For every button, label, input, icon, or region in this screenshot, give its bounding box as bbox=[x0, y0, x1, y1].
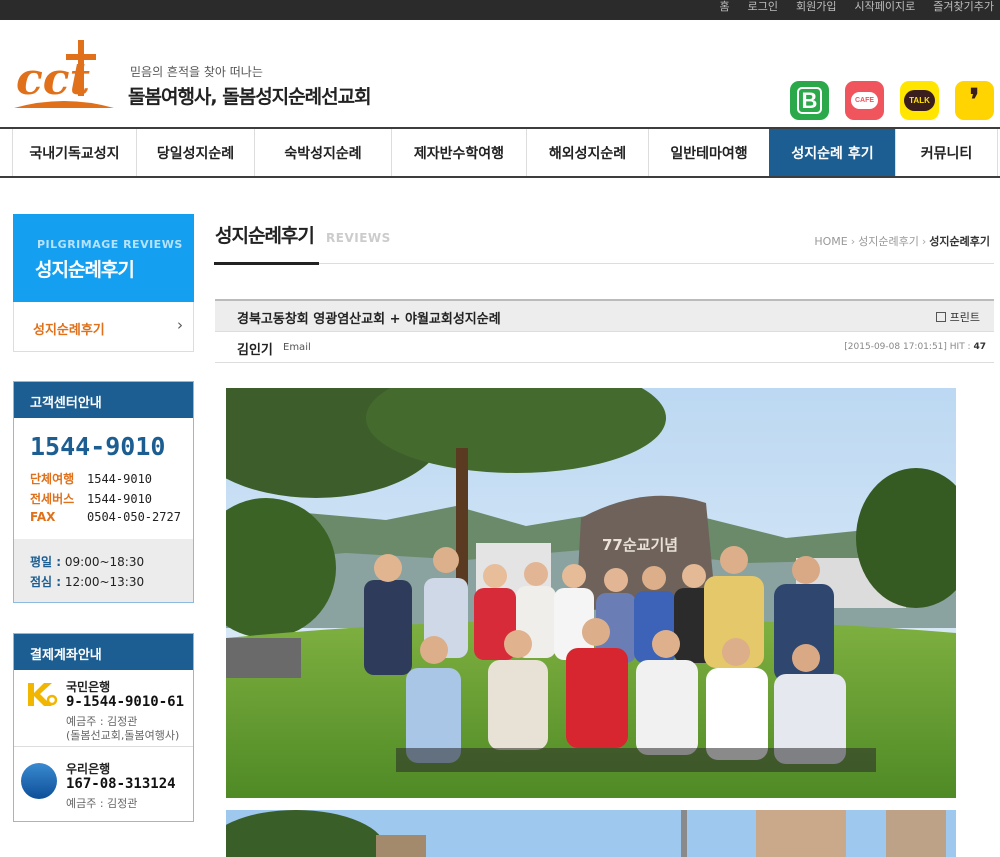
customer-center-title: 고객센터안내 bbox=[14, 382, 193, 418]
account-number: 9-1544-9010-61 bbox=[66, 694, 185, 710]
account-owner: 예금주 : 김정관 bbox=[66, 797, 138, 810]
sidebar-header: PILGRIMAGE REVIEWS 성지순례후기 bbox=[13, 214, 194, 302]
post-header: 경북고동창회 영광염산교회 + 야월교회성지순례 프린트 bbox=[215, 299, 994, 332]
breadcrumb-home[interactable]: HOME bbox=[814, 235, 847, 248]
post-photo-group: 77순교기념 bbox=[226, 388, 956, 798]
kakaostory-icon[interactable]: ❜ bbox=[955, 81, 994, 120]
title-divider bbox=[215, 263, 994, 264]
hours-label: 평일 : bbox=[30, 555, 62, 569]
gnb-item-theme[interactable]: 일반테마여행 bbox=[648, 129, 769, 176]
hit-count: 47 bbox=[973, 342, 986, 352]
cafe-icon-label: CAFE bbox=[850, 92, 879, 109]
gnb-item-domestic[interactable]: 국내기독교성지 bbox=[12, 129, 136, 176]
post-photo-second bbox=[226, 810, 956, 857]
utility-links: 홈 로그인 회원가입 시작페이지로 즐겨찾기추가 bbox=[702, 0, 994, 14]
bank-account-title: 결제계좌안내 bbox=[14, 634, 193, 670]
account-number: 167-08-313124 bbox=[66, 776, 176, 792]
kb-bank-logo-icon bbox=[28, 683, 58, 706]
post-author: 김인기 bbox=[237, 343, 273, 358]
utility-link-login[interactable]: 로그인 bbox=[748, 0, 778, 14]
site-tagline: 믿음의 흔적을 찾아 떠나는 bbox=[130, 65, 263, 79]
contact-label: FAX bbox=[30, 510, 56, 524]
cafe-icon[interactable]: CAFE bbox=[845, 81, 884, 120]
gnb-item-overnight[interactable]: 숙박성지순례 bbox=[254, 129, 391, 176]
hours-weekday: 평일 : 09:00~18:30 bbox=[30, 553, 144, 570]
gnb-item-reviews[interactable]: 성지순례 후기 bbox=[769, 129, 895, 176]
account-owner-note: (돌봄선교회,돌봄여행사) bbox=[66, 729, 180, 742]
bank-name: 우리은행 bbox=[66, 762, 111, 776]
hit-label: HIT : bbox=[949, 342, 971, 352]
page-title-en: REVIEWS bbox=[326, 231, 391, 245]
breadcrumb-section[interactable]: 성지순례후기 bbox=[858, 235, 919, 248]
second-photo-image bbox=[226, 810, 956, 857]
print-button[interactable]: 프린트 bbox=[935, 309, 980, 325]
bank-account-woori: 우리은행 167-08-313124 예금주 : 김정관 bbox=[14, 746, 193, 822]
gnb-item-community[interactable]: 커뮤니티 bbox=[895, 129, 998, 176]
woori-bank-logo-icon bbox=[21, 763, 57, 799]
hours-lunch: 점심 : 12:00~13:30 bbox=[30, 573, 144, 590]
customer-center-box: 고객센터안내 1544-9010 단체여행 1544-9010 전세버스 1544-… bbox=[13, 381, 194, 603]
kakaostory-icon-label: ❜ bbox=[969, 82, 980, 118]
breadcrumb: HOME › 성지순례후기 › 성지순례후기 bbox=[814, 235, 990, 248]
blog-icon[interactable]: B bbox=[790, 81, 829, 120]
bank-name: 국민은행 bbox=[66, 680, 111, 694]
contact-value: 1544-9010 bbox=[87, 492, 153, 506]
hours-value: 12:00~13:30 bbox=[64, 575, 145, 589]
bank-account-box: 결제계좌안내 국민은행 9-1544-9010-61 예금주 : 김정관 (돌봄… bbox=[13, 633, 194, 822]
site-name[interactable]: 돌봄여행사, 돌봄성지순례선교회 bbox=[128, 82, 372, 109]
post-date-hit: [2015-09-08 17:01:51] HIT : 47 bbox=[844, 342, 986, 352]
utility-link-bookmark[interactable]: 즐겨찾기추가 bbox=[933, 0, 994, 14]
contact-label: 전세버스 bbox=[30, 492, 75, 506]
post-title: 경북고동창회 영광염산교회 + 야월교회성지순례 bbox=[237, 312, 501, 327]
breadcrumb-current: 성지순례후기 bbox=[929, 235, 990, 248]
sidebar-item-reviews[interactable]: 성지순례후기 › bbox=[13, 302, 194, 352]
site-logo[interactable]: cct bbox=[12, 38, 116, 112]
gnb-item-overseas[interactable]: 해외성지순례 bbox=[526, 129, 648, 176]
post-meta: 김인기 Email [2015-09-08 17:01:51] HIT : 47 bbox=[215, 332, 994, 363]
contact-row-group: 단체여행 1544-9010 bbox=[30, 470, 152, 487]
utility-link-startpage[interactable]: 시작페이지로 bbox=[855, 0, 916, 14]
print-icon bbox=[935, 312, 946, 322]
contact-row-fax: FAX 0504-050-2727 bbox=[30, 510, 181, 524]
top-utility-bar: 홈 로그인 회원가입 시작페이지로 즐겨찾기추가 bbox=[0, 0, 1000, 20]
author-email-link[interactable]: Email bbox=[283, 342, 311, 353]
contact-label: 단체여행 bbox=[30, 472, 75, 486]
business-hours: 평일 : 09:00~18:30 점심 : 12:00~13:30 bbox=[14, 539, 193, 602]
main-navigation: 국내기독교성지 당일성지순례 숙박성지순례 제자반수학여행 해외성지순례 일반테… bbox=[0, 127, 1000, 178]
print-label: 프린트 bbox=[949, 311, 980, 324]
kakaotalk-icon-label: TALK bbox=[904, 90, 935, 111]
hours-value: 09:00~18:30 bbox=[64, 555, 145, 569]
gnb-item-disciple-trip[interactable]: 제자반수학여행 bbox=[391, 129, 526, 176]
group-photo-image: 77순교기념 bbox=[226, 388, 956, 798]
kakaotalk-icon[interactable]: TALK bbox=[900, 81, 939, 120]
gnb-item-daytrip[interactable]: 당일성지순례 bbox=[136, 129, 254, 176]
sidebar-title-en: PILGRIMAGE REVIEWS bbox=[37, 238, 183, 251]
utility-link-home[interactable]: 홈 bbox=[720, 0, 730, 14]
bank-account-kb: 국민은행 9-1544-9010-61 예금주 : 김정관 (돌봄선교회,돌봄여… bbox=[14, 670, 193, 746]
sidebar-item-label: 성지순례후기 bbox=[33, 323, 105, 338]
contact-row-bus: 전세버스 1544-9010 bbox=[30, 490, 152, 507]
sidebar-title: 성지순례후기 bbox=[35, 259, 135, 281]
post-date: [2015-09-08 17:01:51] bbox=[844, 342, 947, 352]
main-phone-number[interactable]: 1544-9010 bbox=[30, 432, 165, 461]
contact-value: 1544-9010 bbox=[87, 472, 153, 486]
hours-label: 점심 : bbox=[30, 575, 62, 589]
contact-value: 0504-050-2727 bbox=[87, 510, 181, 524]
blog-icon-label: B bbox=[797, 87, 822, 114]
monument-text: 77순교기념 bbox=[602, 536, 678, 554]
utility-link-join[interactable]: 회원가입 bbox=[796, 0, 836, 14]
page-title: 성지순례후기 bbox=[215, 225, 315, 247]
chevron-right-icon: › bbox=[177, 316, 183, 334]
title-divider-accent bbox=[214, 262, 319, 265]
